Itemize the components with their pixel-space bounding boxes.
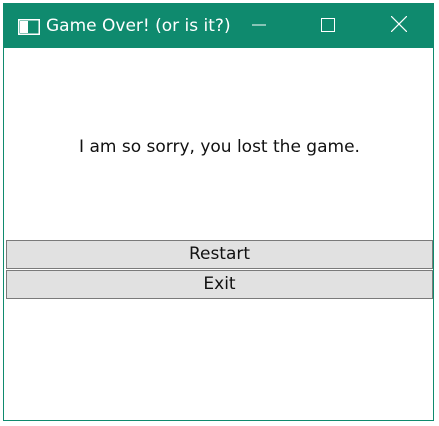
close-icon [390, 15, 408, 36]
maximize-button[interactable] [305, 4, 351, 48]
game-over-message: I am so sorry, you lost the game. [79, 137, 360, 157]
title-bar[interactable]: Game Over! (or is it?) [4, 4, 433, 48]
game-over-window: Game Over! (or is it?) I am so sorry, yo… [3, 3, 434, 421]
exit-button[interactable]: Exit [6, 270, 433, 299]
restart-button[interactable]: Restart [6, 240, 433, 269]
minimize-icon [252, 17, 266, 36]
minimize-button[interactable] [236, 4, 282, 48]
close-button[interactable] [376, 4, 422, 48]
window-title: Game Over! (or is it?) [46, 16, 231, 36]
maximize-icon [321, 17, 335, 36]
window-app-icon [18, 19, 40, 35]
